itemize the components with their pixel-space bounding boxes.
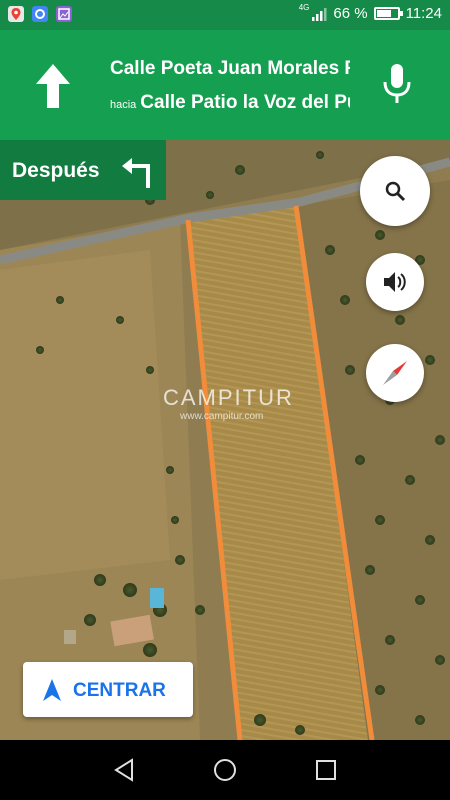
search-button[interactable] (360, 156, 430, 226)
watermark-url: www.campitur.com (180, 411, 264, 422)
battery-percent: 66 % (333, 5, 368, 22)
compass-button[interactable] (366, 344, 424, 402)
clock: 11:24 (405, 5, 442, 22)
toward-prefix: hacia (110, 99, 137, 111)
toward-street-line: haciaCalle Patio la Voz del Puebl (110, 92, 350, 114)
home-icon[interactable] (213, 758, 237, 782)
signal-icon (312, 7, 327, 21)
navigation-arrow-icon (43, 679, 61, 701)
map-view[interactable] (0, 140, 450, 740)
location-app-icon (32, 6, 48, 22)
next-turn-chip[interactable]: Después (0, 140, 166, 200)
system-nav-bar (0, 740, 450, 800)
compass-icon (383, 361, 407, 385)
notification-icons (8, 6, 72, 22)
turn-left-icon (122, 158, 150, 188)
gallery-app-icon (56, 6, 72, 22)
volume-icon (384, 272, 406, 292)
current-street: Calle Poeta Juan Morales Roj (110, 58, 350, 79)
toward-street: Calle Patio la Voz del Puebl (140, 92, 350, 113)
navigation-header[interactable]: Calle Poeta Juan Morales Roj hacia Calle … (0, 30, 450, 140)
network-type: 4G (298, 3, 310, 12)
battery-icon (373, 7, 403, 20)
maps-app-icon (8, 6, 24, 22)
mic-icon[interactable] (382, 64, 412, 104)
status-bar: 4G 66 % 11:24 (0, 0, 450, 30)
volume-button[interactable] (366, 253, 424, 311)
recents-icon[interactable] (314, 758, 338, 782)
watermark: CAMPITUR (163, 385, 294, 410)
recenter-label: CENTRAR (73, 680, 166, 701)
next-turn-label: Después (12, 159, 100, 182)
back-icon[interactable] (112, 758, 136, 782)
recenter-button[interactable]: CENTRAR (23, 662, 193, 717)
straight-arrow-icon (36, 64, 70, 108)
satellite-map[interactable] (0, 140, 450, 740)
search-icon (385, 181, 406, 202)
